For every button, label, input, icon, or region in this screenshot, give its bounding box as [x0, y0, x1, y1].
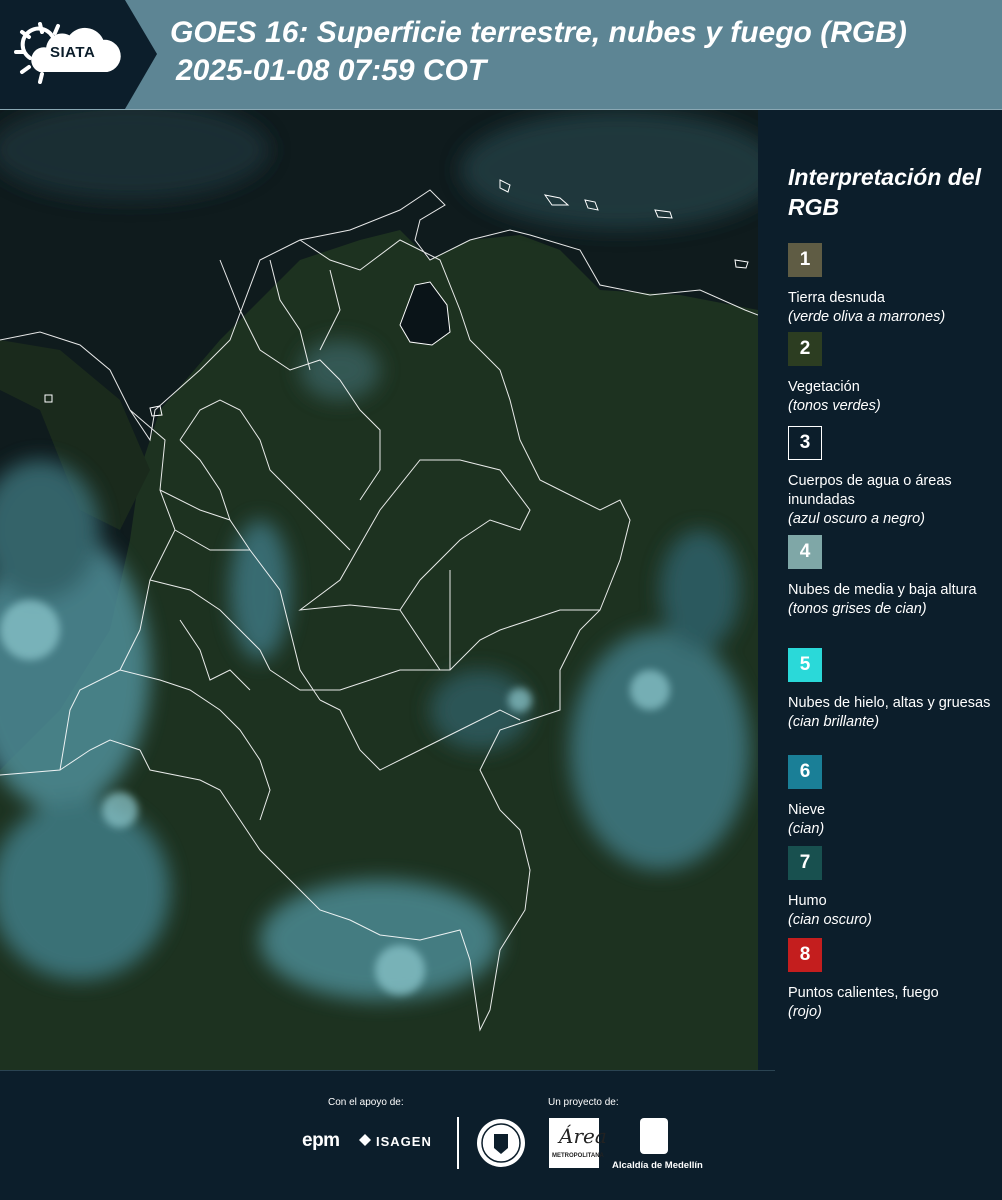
alcaldia-text: Alcaldía de Medellín	[612, 1160, 703, 1171]
legend-item-label: Tierra desnuda	[788, 290, 885, 306]
legend-item-sub: (rojo)	[788, 1004, 822, 1020]
legend-item-label: Puntos calientes, fuego	[788, 985, 939, 1001]
legend-swatch: 8	[788, 938, 822, 972]
legend-item-sub: (tonos verdes)	[788, 398, 881, 414]
legend-item: 5 Nubes de hielo, altas y gruesas (cian br…	[788, 648, 998, 732]
legend-item-text: Puntos calientes, fuego (rojo)	[788, 984, 998, 1022]
legend-item-label: Cuerpos de agua o áreas inundadas	[788, 473, 952, 508]
legend-item-sub: (cian brillante)	[788, 714, 880, 730]
legend-item-sub: (azul oscuro a negro)	[788, 511, 926, 527]
legend-item-label: Nubes de media y baja altura	[788, 582, 977, 598]
isagen-mark-icon	[359, 1134, 371, 1146]
isagen-logo[interactable]: ISAGEN	[376, 1134, 432, 1149]
footer-divider	[0, 1070, 775, 1071]
title-line-2: 2025-01-08 07:59 COT	[176, 54, 487, 87]
area-metropolitana-logo[interactable]: Área METROPOLITANA	[549, 1118, 607, 1168]
legend-item-text: Humo (cian oscuro)	[788, 892, 998, 930]
legend-swatch: 1	[788, 243, 822, 277]
satellite-image	[0, 110, 758, 1070]
legend-swatch: 5	[788, 648, 822, 682]
legend-item-text: Nubes de hielo, altas y gruesas (cian bri…	[788, 694, 998, 732]
legend-item-sub: (cian)	[788, 821, 825, 837]
project-label: Un proyecto de:	[548, 1097, 619, 1108]
footer: Con el apoyo de: Un proyecto de: epm ISA…	[0, 1070, 1002, 1200]
legend-item: 8 Puntos calientes, fuego (rojo)	[788, 938, 998, 1022]
epm-logo[interactable]: epm	[302, 1130, 340, 1152]
legend-item-text: Vegetación (tonos verdes)	[788, 378, 998, 416]
legend-item-text: Tierra desnuda (verde oliva a marrones)	[788, 289, 998, 327]
page-title: GOES 16: Superficie terrestre, nubes y f…	[170, 14, 1000, 90]
legend-item: 6 Nieve (cian)	[788, 755, 998, 839]
legend-item-text: Nieve (cian)	[788, 801, 998, 839]
legend-swatch: 4	[788, 535, 822, 569]
legend-item: 2 Vegetación (tonos verdes)	[788, 332, 998, 416]
legend-swatch: 7	[788, 846, 822, 880]
footer-separator	[457, 1117, 459, 1169]
legend-swatch: 2	[788, 332, 822, 366]
legend-swatch: 6	[788, 755, 822, 789]
legend-title: Interpretación del RGB	[788, 164, 981, 220]
legend-panel: Interpretación del RGB 1 Tierra desnuda (v…	[760, 110, 1002, 1070]
alcaldia-seal-icon[interactable]	[640, 1118, 668, 1154]
support-label: Con el apoyo de:	[328, 1097, 404, 1108]
satellite-map[interactable]	[0, 110, 758, 1070]
legend-item-sub: (tonos grises de cian)	[788, 601, 927, 617]
legend-item-sub: (cian oscuro)	[788, 912, 872, 928]
legend-item: 1 Tierra desnuda (verde oliva a marrones)	[788, 243, 998, 327]
legend-item-label: Humo	[788, 893, 827, 909]
legend-item-sub: (verde oliva a marrones)	[788, 309, 946, 325]
university-seal-icon[interactable]	[476, 1118, 526, 1168]
legend-item: 3 Cuerpos de agua o áreas inundadas (azul …	[788, 426, 998, 529]
siata-logo-text: SIATA	[50, 44, 96, 61]
legend-item-text: Cuerpos de agua o áreas inundadas (azul o…	[788, 472, 998, 529]
legend-item-label: Vegetación	[788, 379, 860, 395]
legend-item-label: Nieve	[788, 802, 826, 818]
title-line-1: GOES 16: Superficie terrestre, nubes y f…	[170, 16, 907, 49]
area-logo-sub: METROPOLITANA	[552, 1153, 604, 1159]
legend-item-label: Nubes de hielo, altas y gruesas	[788, 695, 991, 711]
header: SIATA GOES 16: Superficie terrestre, nub…	[0, 0, 1002, 109]
area-logo-text: Área	[559, 1124, 607, 1148]
legend-item: 7 Humo (cian oscuro)	[788, 846, 998, 930]
legend-item-text: Nubes de media y baja altura (tonos grise…	[788, 581, 998, 619]
legend-swatch: 3	[788, 426, 822, 460]
legend-item: 4 Nubes de media y baja altura (tonos gris…	[788, 535, 998, 619]
